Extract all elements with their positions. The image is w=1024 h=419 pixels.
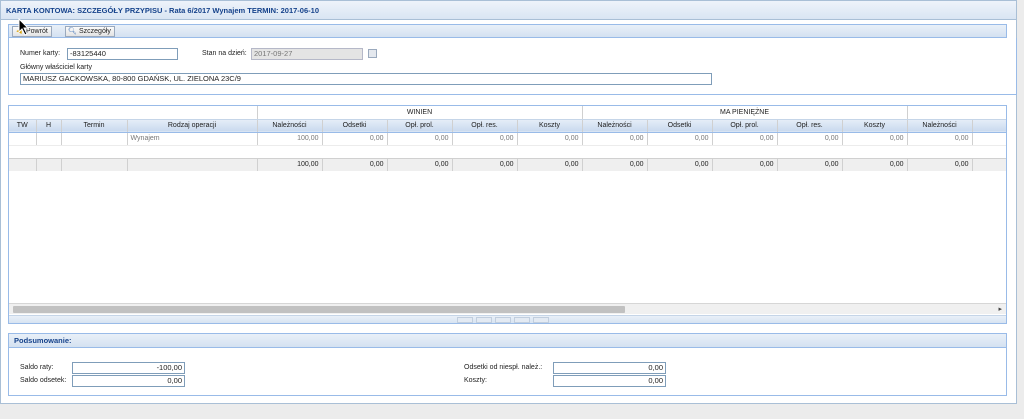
card-info-form: Numer karty: -83125440 Stan na dzień: 20…: [8, 38, 1017, 95]
operations-grid: WINIEN MA PIENIĘŻNE TW H Termin Rodzaj oper…: [8, 105, 1007, 324]
total-cell-10: 0,00: [647, 157, 713, 171]
table-cell-3: Wynajem: [127, 132, 258, 146]
total-cell-14: 0,00: [907, 157, 973, 171]
group-header-winien: WINIEN: [257, 106, 583, 120]
owner-label: Główny właściciel karty: [20, 64, 92, 71]
total-cell-6: 0,00: [387, 157, 453, 171]
column-header-8[interactable]: Koszty: [517, 119, 583, 133]
column-header-row: TW H Termin Rodzaj operacji Należności Odsetk…: [9, 119, 1006, 133]
table-cell-1: [36, 132, 62, 146]
total-cell-7: 0,00: [452, 157, 518, 171]
total-cell-3: [127, 157, 258, 171]
table-cell-7: 0,00: [452, 132, 518, 146]
table-row[interactable]: Wynajem 100,00 0,00 0,00 0,00 0,00 0,00 0,00 0,0…: [9, 132, 1006, 146]
column-header-5[interactable]: Odsetki: [322, 119, 388, 133]
table-cell-2: [61, 132, 128, 146]
odsetki-field[interactable]: 0,00: [553, 362, 666, 374]
column-header-1[interactable]: H: [36, 119, 62, 133]
mouse-cursor-icon: [18, 18, 30, 36]
calendar-icon: [368, 49, 377, 58]
total-cell-15: [972, 157, 1006, 171]
summary-title: Podsumowanie:: [9, 334, 1006, 348]
state-date-field: 2017-09-27: [251, 48, 363, 60]
saldo-raty-field[interactable]: -100,00: [72, 362, 185, 374]
page-number-field[interactable]: [495, 317, 511, 323]
table-cell-11: 0,00: [712, 132, 778, 146]
total-cell-4: 100,00: [257, 157, 323, 171]
horizontal-scrollbar[interactable]: ▸: [9, 303, 1006, 314]
scroll-right-arrow-icon[interactable]: ▸: [998, 305, 1002, 314]
group-header-ma: MA PIENIĘŻNE: [582, 106, 908, 120]
details-button-label: Szczegóły: [79, 28, 111, 35]
column-header-13[interactable]: Koszty: [842, 119, 908, 133]
table-cell-9: 0,00: [582, 132, 648, 146]
table-cell-0: [9, 132, 37, 146]
grid-pager: [9, 315, 1006, 323]
table-cell-15: [972, 132, 1006, 146]
table-cell-12: 0,00: [777, 132, 843, 146]
column-header-0[interactable]: TW: [9, 119, 37, 133]
saldo-odsetek-label: Saldo odsetek:: [20, 377, 67, 384]
group-header-more: [907, 106, 1006, 120]
table-cell-14: 0,00: [907, 132, 973, 146]
magnifier-icon: 🔍︎: [68, 28, 77, 35]
column-header-6[interactable]: Opł. prol.: [387, 119, 453, 133]
first-page-button[interactable]: [457, 317, 473, 323]
column-header-7[interactable]: Opł. res.: [452, 119, 518, 133]
group-header-empty: [9, 106, 258, 120]
table-cell-6: 0,00: [387, 132, 453, 146]
total-cell-0: [9, 157, 37, 171]
column-header-9[interactable]: Należności: [582, 119, 648, 133]
total-cell-12: 0,00: [777, 157, 843, 171]
saldo-raty-label: Saldo raty:: [20, 364, 54, 371]
details-button[interactable]: 🔍︎ Szczegóły: [65, 26, 115, 37]
state-date-label: Stan na dzień:: [202, 50, 247, 57]
column-header-3[interactable]: Rodzaj operacji: [127, 119, 258, 133]
odsetki-label: Odsetki od niespł. należ.:: [464, 364, 543, 371]
total-cell-8: 0,00: [517, 157, 583, 171]
total-cell-9: 0,00: [582, 157, 648, 171]
card-number-field[interactable]: -83125440: [67, 48, 178, 60]
total-cell-5: 0,00: [322, 157, 388, 171]
column-header-14[interactable]: Należności: [907, 119, 973, 133]
scrollbar-thumb[interactable]: [13, 306, 625, 313]
total-cell-13: 0,00: [842, 157, 908, 171]
totals-row: 100,00 0,00 0,00 0,00 0,00 0,00 0,00 0,00 0,00 0,…: [9, 157, 1006, 171]
column-header-15[interactable]: Odse: [972, 119, 1006, 133]
koszty-label: Koszty:: [464, 377, 487, 384]
total-cell-1: [36, 157, 62, 171]
table-cell-10: 0,00: [647, 132, 713, 146]
total-cell-11: 0,00: [712, 157, 778, 171]
summary-panel: Podsumowanie: Saldo raty: -100,00 Saldo …: [8, 333, 1007, 396]
column-header-4[interactable]: Należności: [257, 119, 323, 133]
toolbar: ◀ Powrót 🔍︎ Szczegóły: [8, 24, 1007, 38]
table-cell-8: 0,00: [517, 132, 583, 146]
column-header-10[interactable]: Odsetki: [647, 119, 713, 133]
column-header-12[interactable]: Opł. res.: [777, 119, 843, 133]
prev-page-button[interactable]: [476, 317, 492, 323]
window-title: KARTA KONTOWA: SZCZEGÓŁY PRZYPISU - Rata…: [1, 1, 1016, 20]
total-cell-2: [61, 157, 128, 171]
next-page-button[interactable]: [514, 317, 530, 323]
koszty-field[interactable]: 0,00: [553, 375, 666, 387]
last-page-button[interactable]: [533, 317, 549, 323]
owner-field[interactable]: MARIUSZ GACKOWSKA, 80-800 GDAŃSK, UL. ZI…: [20, 73, 712, 85]
table-cell-5: 0,00: [322, 132, 388, 146]
table-cell-13: 0,00: [842, 132, 908, 146]
card-number-label: Numer karty:: [20, 50, 61, 57]
column-header-2[interactable]: Termin: [61, 119, 128, 133]
table-cell-4: 100,00: [257, 132, 323, 146]
column-header-11[interactable]: Opł. prol.: [712, 119, 778, 133]
saldo-odsetek-field[interactable]: 0,00: [72, 375, 185, 387]
